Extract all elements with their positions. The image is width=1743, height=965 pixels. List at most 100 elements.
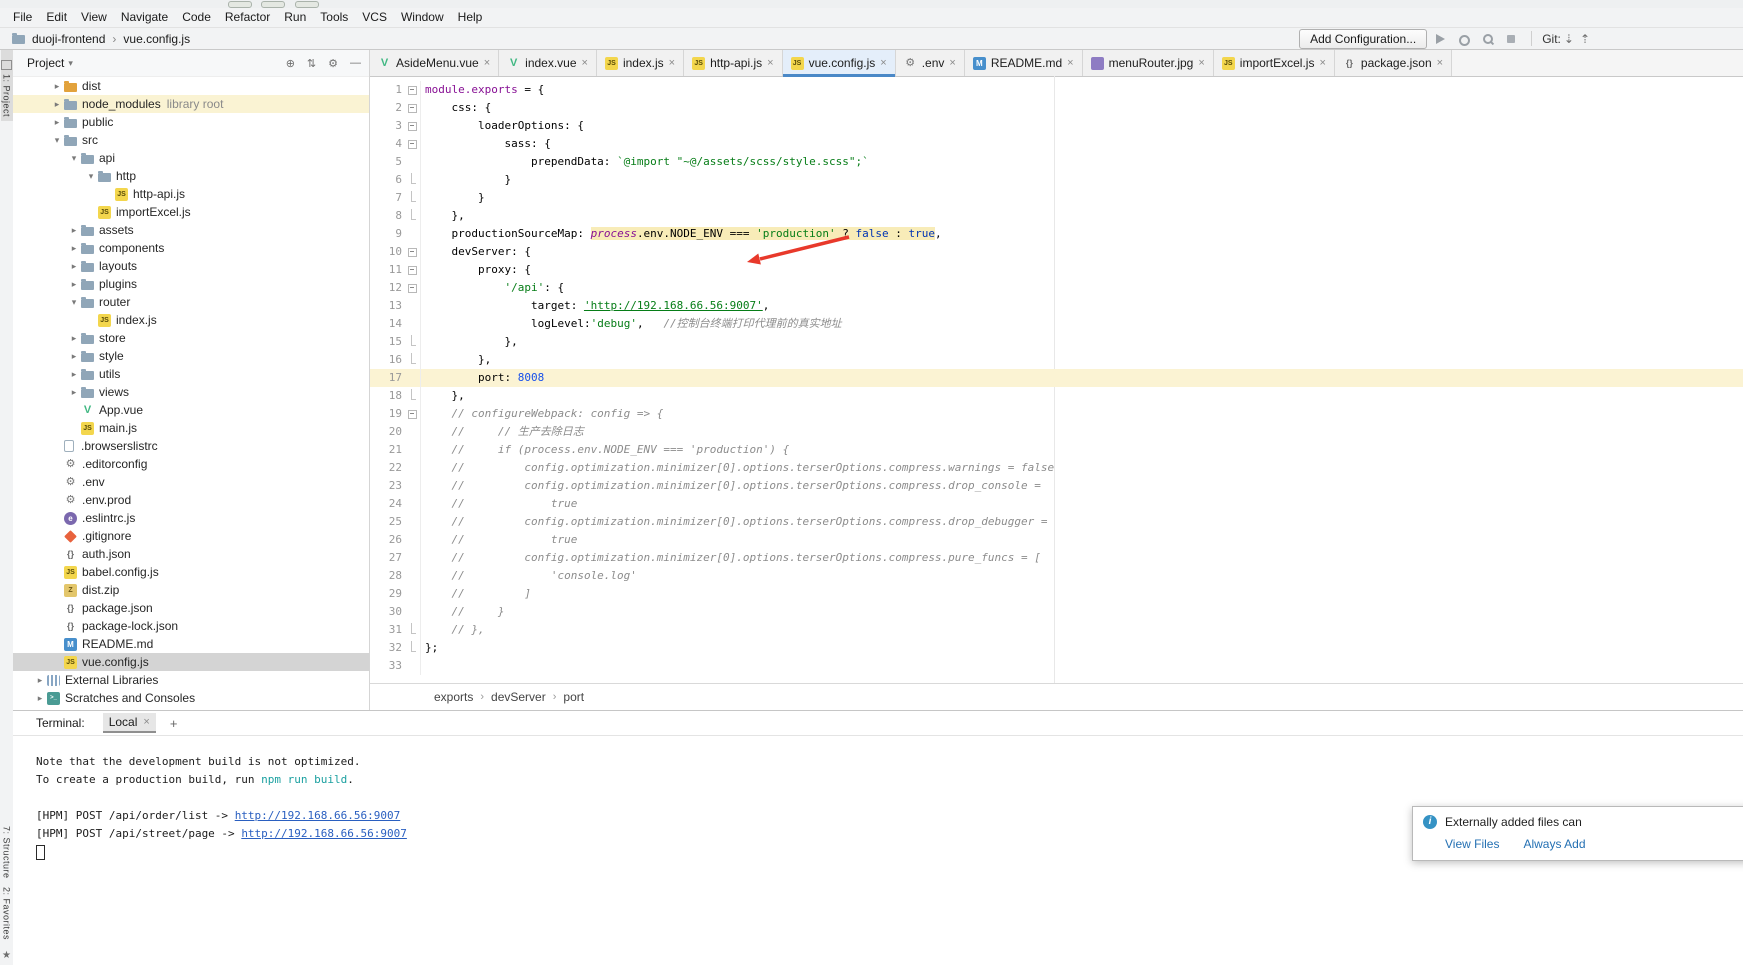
editor-tab-index-js[interactable]: JSindex.js×	[597, 50, 684, 76]
chevron-collapsed-icon[interactable]: ▸	[67, 221, 81, 239]
hide-panel-icon[interactable]: —	[350, 57, 361, 69]
notification-action-view-files[interactable]: View Files	[1445, 837, 1499, 851]
run-button[interactable]	[1431, 31, 1447, 47]
tree-item-assets[interactable]: ▸assets	[13, 221, 369, 239]
fold-end-icon[interactable]	[404, 351, 420, 369]
menu-help[interactable]: Help	[451, 8, 490, 27]
fold-end-icon[interactable]	[404, 621, 420, 639]
tree-item-importexcel-js[interactable]: JSimportExcel.js	[13, 203, 369, 221]
tree-item-main-js[interactable]: JSmain.js	[13, 419, 369, 437]
tab-close-icon[interactable]: ×	[949, 57, 955, 69]
tree-item-components[interactable]: ▸components	[13, 239, 369, 257]
chevron-collapsed-icon[interactable]: ▸	[50, 113, 64, 131]
tree-item-plugins[interactable]: ▸plugins	[13, 275, 369, 293]
editor-breadcrumb-devserver[interactable]: devServer	[489, 690, 548, 704]
git-update-icon[interactable]: ⇣	[1564, 32, 1574, 46]
code-line-10[interactable]: 10 devServer: {	[370, 243, 1743, 261]
close-icon[interactable]: ×	[143, 716, 149, 728]
tool-button-project[interactable]: 1: Project	[1, 50, 13, 121]
chevron-collapsed-icon[interactable]: ▸	[67, 275, 81, 293]
tab-close-icon[interactable]: ×	[669, 57, 675, 69]
git-widget-label[interactable]: Git:	[1542, 32, 1561, 46]
tree-item-node-modules[interactable]: ▸node_moduleslibrary root	[13, 95, 369, 113]
tab-close-icon[interactable]: ×	[767, 57, 773, 69]
editor-breadcrumb-exports[interactable]: exports	[432, 690, 475, 704]
code-line-30[interactable]: 30 // }	[370, 603, 1743, 621]
code-line-4[interactable]: 4 sass: {	[370, 135, 1743, 153]
chevron-expanded-icon[interactable]: ▾	[84, 167, 98, 185]
code-line-3[interactable]: 3 loaderOptions: {	[370, 117, 1743, 135]
tab-close-icon[interactable]: ×	[484, 57, 490, 69]
tree-item-app-vue[interactable]: VApp.vue	[13, 401, 369, 419]
editor-tab-menurouter-jpg[interactable]: menuRouter.jpg×	[1083, 50, 1214, 76]
code-line-11[interactable]: 11 proxy: {	[370, 261, 1743, 279]
tree-item-store[interactable]: ▸store	[13, 329, 369, 347]
code-line-9[interactable]: 9 productionSourceMap: process.env.NODE_…	[370, 225, 1743, 243]
code-line-33[interactable]: 33	[370, 657, 1743, 675]
chevron-collapsed-icon[interactable]: ▸	[67, 257, 81, 275]
tree-item-package-lock-json[interactable]: {}package-lock.json	[13, 617, 369, 635]
menu-vcs[interactable]: VCS	[355, 8, 394, 27]
chevron-collapsed-icon[interactable]: ▸	[33, 689, 47, 707]
menu-view[interactable]: View	[74, 8, 114, 27]
fold-end-icon[interactable]	[404, 639, 420, 657]
editor-tab-http-api-js[interactable]: JShttp-api.js×	[684, 50, 782, 76]
search-everywhere-icon[interactable]	[1479, 31, 1495, 47]
fold-collapse-icon[interactable]	[404, 405, 420, 423]
code-line-13[interactable]: 13 target: 'http://192.168.66.56:9007',	[370, 297, 1743, 315]
tree-item-babel-config-js[interactable]: JSbabel.config.js	[13, 563, 369, 581]
fold-collapse-icon[interactable]	[404, 243, 420, 261]
code-line-6[interactable]: 6 }	[370, 171, 1743, 189]
tree-item-auth-json[interactable]: {}auth.json	[13, 545, 369, 563]
code-line-24[interactable]: 24 // true	[370, 495, 1743, 513]
tree-item-http[interactable]: ▾http	[13, 167, 369, 185]
tree-item-package-json[interactable]: {}package.json	[13, 599, 369, 617]
code-line-29[interactable]: 29 // ]	[370, 585, 1743, 603]
tree-item-layouts[interactable]: ▸layouts	[13, 257, 369, 275]
new-terminal-tab-button[interactable]: +	[166, 716, 182, 731]
tree-item-utils[interactable]: ▸utils	[13, 365, 369, 383]
tree-item-router[interactable]: ▾router	[13, 293, 369, 311]
fold-end-icon[interactable]	[404, 171, 420, 189]
tree-item-vue-config-js[interactable]: JSvue.config.js	[13, 653, 369, 671]
chevron-collapsed-icon[interactable]: ▸	[50, 77, 64, 95]
tree-item-env-prod[interactable]: ⚙.env.prod	[13, 491, 369, 509]
breadcrumb-file[interactable]: vue.config.js	[121, 32, 192, 46]
chevron-collapsed-icon[interactable]: ▸	[67, 365, 81, 383]
chevron-collapsed-icon[interactable]: ▸	[33, 671, 47, 689]
tree-item-eslintrc-js[interactable]: e.eslintrc.js	[13, 509, 369, 527]
terminal-title[interactable]: Terminal:	[36, 716, 85, 730]
add-configuration-button[interactable]: Add Configuration...	[1299, 29, 1427, 49]
tree-item-scratches-and-consoles[interactable]: ▸>_Scratches and Consoles	[13, 689, 369, 707]
tab-close-icon[interactable]: ×	[1437, 57, 1443, 69]
tree-item-index-js[interactable]: JSindex.js	[13, 311, 369, 329]
fold-end-icon[interactable]	[404, 189, 420, 207]
code-line-26[interactable]: 26 // true	[370, 531, 1743, 549]
chevron-collapsed-icon[interactable]: ▸	[67, 347, 81, 365]
fold-collapse-icon[interactable]	[404, 135, 420, 153]
code-line-28[interactable]: 28 // 'console.log'	[370, 567, 1743, 585]
tree-item-http-api-js[interactable]: JShttp-api.js	[13, 185, 369, 203]
git-push-icon[interactable]: ⇡	[1580, 32, 1590, 46]
code-line-5[interactable]: 5 prependData: `@import "~@/assets/scss/…	[370, 153, 1743, 171]
chevron-collapsed-icon[interactable]: ▸	[67, 239, 81, 257]
tree-item-env[interactable]: ⚙.env	[13, 473, 369, 491]
code-line-32[interactable]: 32};	[370, 639, 1743, 657]
code-line-16[interactable]: 16 },	[370, 351, 1743, 369]
code-line-25[interactable]: 25 // config.optimization.minimizer[0].o…	[370, 513, 1743, 531]
menu-window[interactable]: Window	[394, 8, 451, 27]
tree-item-dist-zip[interactable]: Zdist.zip	[13, 581, 369, 599]
tree-item-external-libraries[interactable]: ▸External Libraries	[13, 671, 369, 689]
tree-item-public[interactable]: ▸public	[13, 113, 369, 131]
menu-edit[interactable]: Edit	[39, 8, 74, 27]
menu-tools[interactable]: Tools	[313, 8, 355, 27]
editor-tab-package-json[interactable]: {}package.json×	[1335, 50, 1452, 76]
tab-close-icon[interactable]: ×	[880, 57, 886, 69]
terminal-link[interactable]: http://192.168.66.56:9007	[241, 827, 407, 840]
code-line-17[interactable]: 17 port: 8008	[370, 369, 1743, 387]
chevron-expanded-icon[interactable]: ▾	[50, 131, 64, 149]
code-line-2[interactable]: 2 css: {	[370, 99, 1743, 117]
chevron-collapsed-icon[interactable]: ▸	[50, 95, 64, 113]
code-line-8[interactable]: 8 },	[370, 207, 1743, 225]
editor-breadcrumb-port[interactable]: port	[561, 690, 586, 704]
